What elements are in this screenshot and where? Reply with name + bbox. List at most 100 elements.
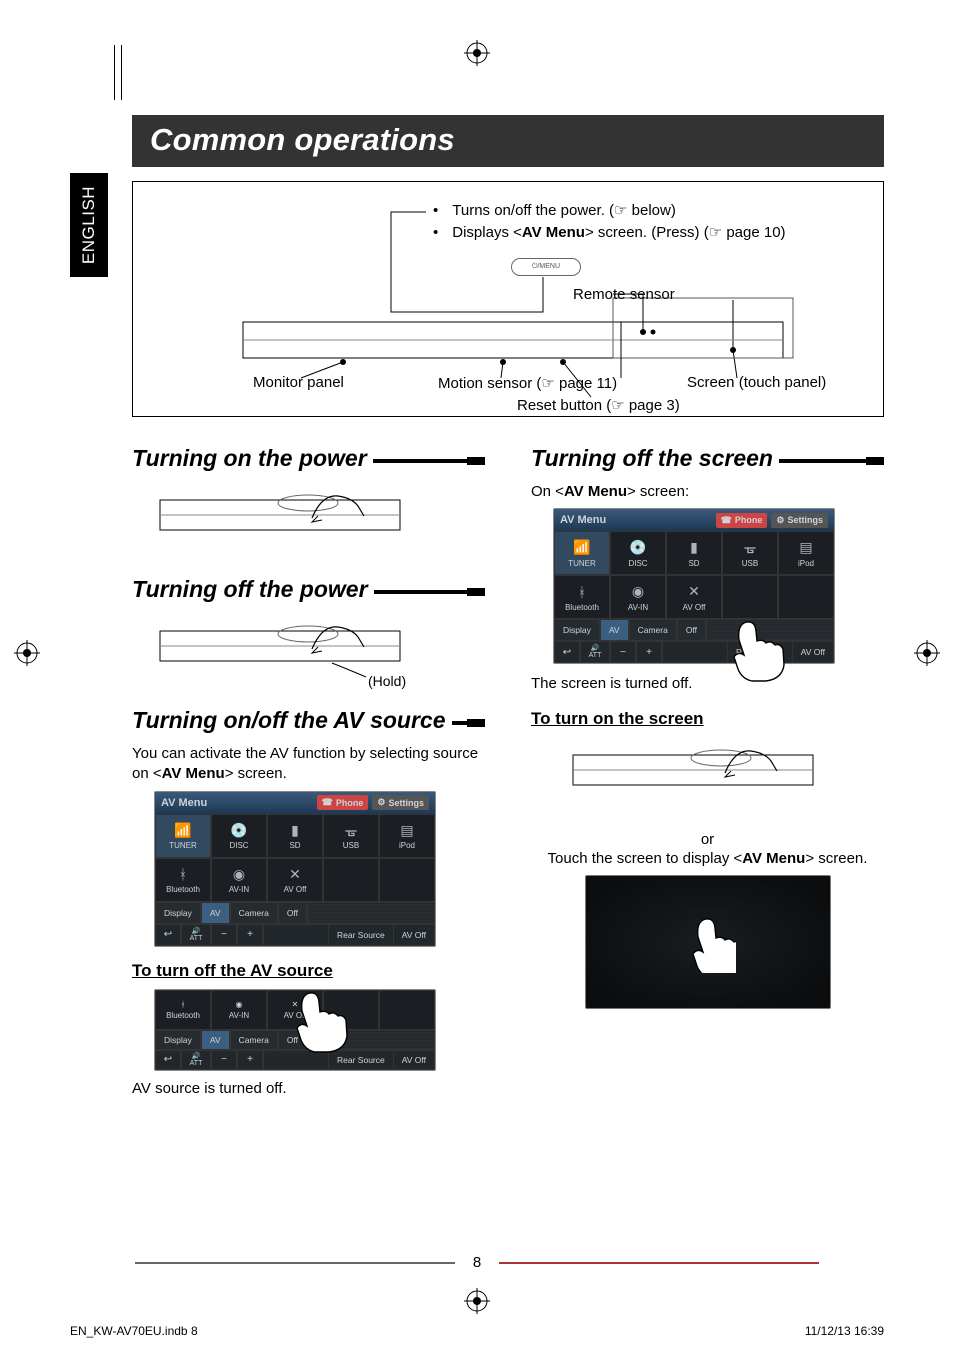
source-empty: [722, 575, 778, 619]
page-rule-right: [499, 1262, 819, 1264]
ipod-icon: ▤: [797, 539, 815, 557]
heading-rule: [452, 721, 486, 725]
display-label: Display: [554, 619, 600, 641]
footer-rear-source: Rear Source: [727, 642, 792, 662]
bullet-avmenu: Displays <AV Menu> screen. (Press) (☞ pa…: [452, 222, 785, 244]
gear-icon: ⚙: [377, 797, 385, 808]
footer-rear-source: Rear Source: [328, 1051, 393, 1069]
press-diagram-on: [132, 482, 485, 562]
source-avin: ◉AV-IN: [610, 575, 666, 619]
menu-button-icon: ⏻/MENU: [511, 258, 581, 276]
source-disc: 💿DISC: [610, 531, 666, 575]
sound-icon: 🔊: [192, 1053, 201, 1060]
heading-rule: [374, 590, 485, 594]
source-avoff: ✕AV Off: [666, 575, 722, 619]
source-sd: ▮SD: [666, 531, 722, 575]
source-disc: 💿DISC: [211, 814, 267, 858]
display-tab-camera: Camera: [230, 1030, 278, 1050]
avin-icon: ◉: [629, 583, 647, 601]
sd-icon: ▮: [685, 539, 703, 557]
source-empty: [323, 990, 379, 1030]
footer-att: 🔊ATT: [181, 924, 211, 946]
phone-chip: ☎Phone: [317, 795, 369, 810]
av-source-off-strip: ᚼBluetooth ◉AV-IN ✕AV Off Display AV Cam…: [154, 989, 436, 1071]
avoff-icon: ✕: [685, 583, 703, 601]
footer-minus: −: [610, 641, 636, 663]
phone-icon: ☎: [322, 797, 333, 808]
avoff-icon: ✕: [292, 1000, 299, 1009]
blank-touch-screen: [585, 875, 831, 1009]
page: ENGLISH Common operations: [70, 45, 884, 1305]
footer-minus: −: [211, 924, 237, 946]
settings-chip: ⚙Settings: [771, 513, 828, 528]
bullet-dot: [433, 200, 444, 222]
footer-att: 🔊ATT: [181, 1050, 211, 1070]
heading-turning-off-screen: Turning off the screen: [531, 445, 884, 472]
source-tuner: 📶TUNER: [554, 531, 610, 575]
label-motion-sensor: Motion sensor (☞ page 11): [438, 374, 617, 392]
crop-mark-right: [914, 640, 940, 666]
display-label: Display: [155, 1030, 201, 1050]
label-monitor-panel: Monitor panel: [253, 374, 344, 391]
bluetooth-icon: ᚼ: [174, 865, 192, 883]
av-source-body: You can activate the AV function by sele…: [132, 744, 485, 785]
usb-icon: ᚗ: [741, 539, 759, 557]
page-rule-left: [135, 1262, 455, 1264]
ipod-icon: ▤: [398, 821, 416, 839]
footer-file: EN_KW-AV70EU.indb 8: [70, 1324, 198, 1338]
source-avin: ◉AV-IN: [211, 858, 267, 902]
source-avin: ◉AV-IN: [211, 990, 267, 1030]
source-bluetooth: ᚼBluetooth: [554, 575, 610, 619]
source-avoff: ✕AV Off: [267, 990, 323, 1030]
sound-icon: 🔊: [591, 645, 600, 652]
heading-av-source: Turning on/off the AV source: [132, 707, 485, 734]
disc-icon: 💿: [629, 539, 647, 557]
heading-turning-on-power: Turning on the power: [132, 445, 485, 472]
display-tab-av: AV: [600, 619, 629, 641]
display-tab-off: Off: [278, 902, 307, 924]
touch-screen-text: Touch the screen to display <AV Menu> sc…: [531, 850, 884, 867]
footer-av-off: AV Off: [393, 925, 434, 945]
display-tab-camera: Camera: [230, 902, 278, 924]
page-title: Common operations: [132, 115, 884, 167]
footer-plus: +: [237, 1050, 263, 1070]
source-usb: ᚗUSB: [722, 531, 778, 575]
press-diagram-screen-on: [531, 737, 884, 817]
avoff-icon: ✕: [286, 865, 304, 883]
source-sd: ▮SD: [267, 814, 323, 858]
crop-mark-left: [14, 640, 40, 666]
on-av-menu-text: On <AV Menu> screen:: [531, 482, 884, 502]
display-tab-av: AV: [201, 1030, 230, 1050]
press-diagram-off: (Hold): [132, 613, 485, 693]
footer-av-off: AV Off: [792, 642, 833, 662]
display-label: Display: [155, 902, 201, 924]
label-remote-sensor: Remote sensor: [573, 286, 675, 303]
source-empty: [379, 990, 435, 1030]
heading-turning-off-power: Turning off the power: [132, 576, 485, 603]
source-avoff: ✕AV Off: [267, 858, 323, 902]
display-tab-off: Off: [677, 619, 706, 641]
source-empty: [379, 858, 435, 902]
bullet-dot: [433, 222, 444, 244]
page-trim-lines: [114, 45, 124, 100]
page-number: 8: [459, 1254, 495, 1271]
usb-icon: ᚗ: [342, 821, 360, 839]
print-footer: EN_KW-AV70EU.indb 8 11/12/13 16:39: [70, 1324, 884, 1338]
gear-icon: ⚙: [776, 515, 784, 526]
source-empty: [778, 575, 834, 619]
av-menu-screenshot-right: AV Menu ☎Phone ⚙Settings 📶TUNER 💿DISC ▮S…: [553, 508, 835, 664]
avin-icon: ◉: [236, 1000, 243, 1009]
source-tuner: 📶TUNER: [155, 814, 211, 858]
footer-back: ↩: [155, 924, 181, 946]
label-screen-touch: Screen (touch panel): [687, 374, 826, 391]
language-label: ENGLISH: [79, 186, 99, 264]
phone-icon: ☎: [721, 515, 732, 526]
heading-rule: [779, 459, 884, 463]
footer-plus: +: [237, 924, 263, 946]
footer-back: ↩: [554, 641, 580, 663]
av-menu-title: AV Menu: [161, 797, 207, 809]
bullet-power: Turns on/off the power. (☞ below): [452, 200, 676, 222]
tuner-icon: 📶: [174, 821, 192, 839]
source-usb: ᚗUSB: [323, 814, 379, 858]
right-column: Turning off the screen On <AV Menu> scre…: [531, 445, 884, 1099]
